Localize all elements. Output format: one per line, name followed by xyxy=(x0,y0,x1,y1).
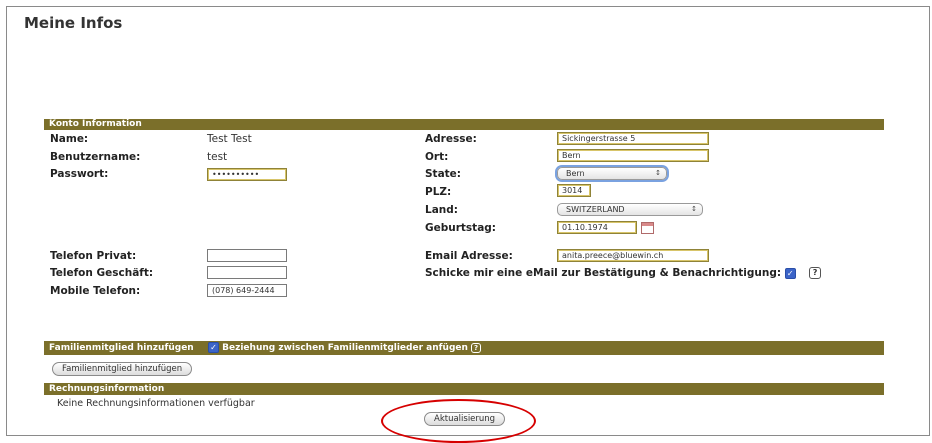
phone-private-label: Telefon Privat: xyxy=(50,250,137,262)
username-label: Benutzername: xyxy=(50,151,141,163)
country-select-value: SWITZERLAND xyxy=(566,205,625,214)
select-arrows-icon: ↕ xyxy=(691,205,697,213)
page-title: Meine Infos xyxy=(24,14,123,32)
notify-label-text: Schicke mir eine eMail zur Bestätigung &… xyxy=(425,267,782,279)
notify-label: Schicke mir eine eMail zur Bestätigung &… xyxy=(425,267,822,279)
billing-header-label: Rechnungsinformation xyxy=(49,384,165,394)
konto-header-label: Konto Information xyxy=(49,119,142,129)
help-icon[interactable]: ? xyxy=(809,267,822,279)
email-label: Email Adresse: xyxy=(425,250,513,262)
state-label: State: xyxy=(425,168,462,180)
country-select[interactable]: SWITZERLAND ↕ xyxy=(557,203,703,216)
address-label: Adresse: xyxy=(425,133,477,145)
relation-label: Beziehung zwischen Familienmitglieder an… xyxy=(222,343,468,353)
relation-checkbox[interactable]: ✓ xyxy=(208,342,219,353)
calendar-icon[interactable] xyxy=(641,222,654,234)
phone-private-field[interactable] xyxy=(207,249,287,262)
billing-header: Rechnungsinformation xyxy=(44,383,884,395)
billing-empty-text: Keine Rechnungsinformationen verfügbar xyxy=(57,398,255,409)
plz-label: PLZ: xyxy=(425,186,452,198)
notify-checkbox[interactable]: ✓ xyxy=(784,267,796,279)
address-field[interactable]: Sickingerstrasse 5 xyxy=(557,132,709,145)
state-select[interactable]: Bern ↕ xyxy=(557,167,667,180)
name-label: Name: xyxy=(50,133,89,145)
family-header-label: Familienmitglied hinzufügen xyxy=(49,343,194,353)
add-family-member-button[interactable]: Familienmitglied hinzufügen xyxy=(52,362,193,376)
birthday-field[interactable]: 01.10.1974 xyxy=(557,221,637,234)
birthday-label: Geburtstag: xyxy=(425,222,496,234)
city-label: Ort: xyxy=(425,151,449,163)
select-arrows-icon: ↕ xyxy=(655,169,661,177)
mobile-label: Mobile Telefon: xyxy=(50,285,141,297)
mobile-field[interactable]: (078) 649-2444 xyxy=(207,284,287,297)
city-field[interactable]: Bern xyxy=(557,149,709,162)
password-label: Passwort: xyxy=(50,168,109,180)
family-header: Familienmitglied hinzufügen ✓ Beziehung … xyxy=(44,341,884,355)
username-value: test xyxy=(207,151,228,163)
name-value: Test Test xyxy=(207,133,252,145)
konto-header: Konto Information xyxy=(44,119,884,130)
password-field[interactable]: •••••••••• xyxy=(207,168,287,181)
highlight-circle xyxy=(381,399,536,443)
plz-field[interactable]: 3014 xyxy=(557,184,591,197)
country-label: Land: xyxy=(425,204,458,216)
state-select-value: Bern xyxy=(566,169,585,178)
phone-business-label: Telefon Geschäft: xyxy=(50,267,154,279)
help-icon[interactable]: ? xyxy=(471,342,482,353)
email-field[interactable]: anita.preece@bluewin.ch xyxy=(557,249,709,262)
phone-business-field[interactable] xyxy=(207,266,287,279)
